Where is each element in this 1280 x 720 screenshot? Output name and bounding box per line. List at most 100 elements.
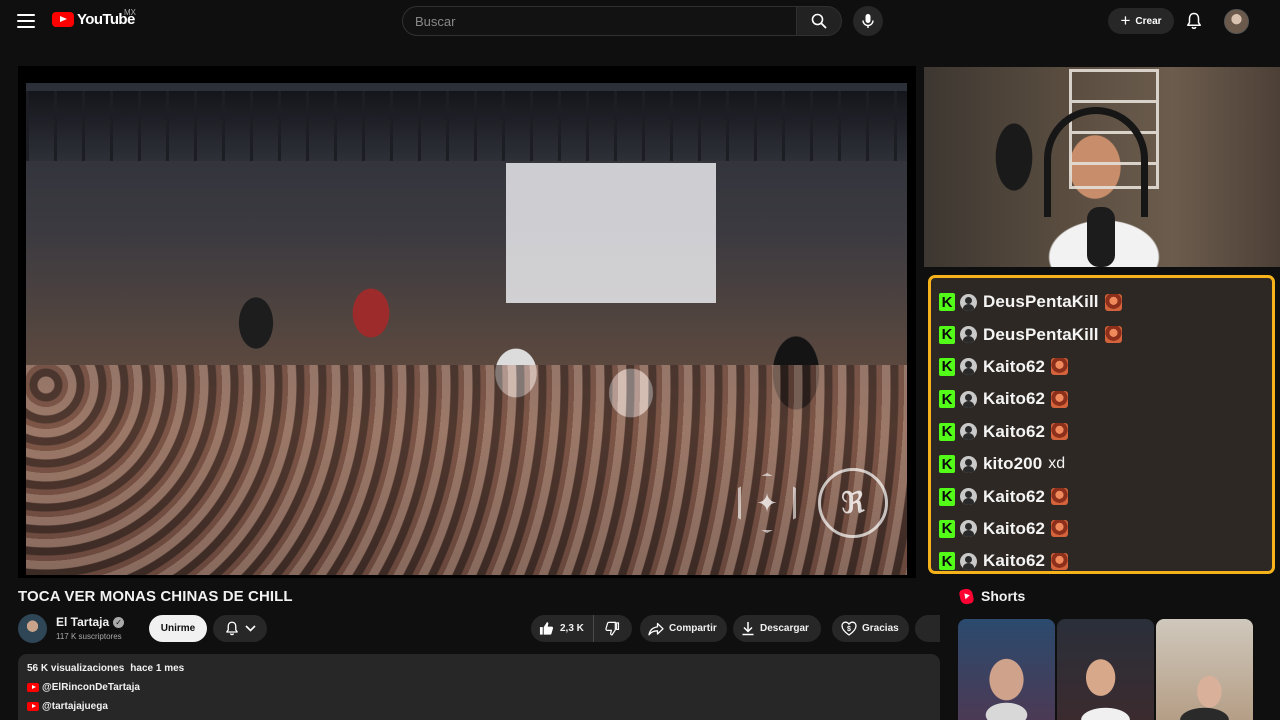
youtube-icon	[27, 682, 39, 692]
live-chat-overlay: K DeusPentaKill K DeusPentaKill K Kaito6…	[928, 275, 1275, 574]
user-icon	[960, 293, 977, 311]
shorts-header: Shorts	[958, 587, 1026, 605]
kick-badge-icon: K	[939, 455, 955, 474]
search-icon	[811, 13, 827, 29]
user-icon	[960, 326, 977, 344]
description-box[interactable]: 56 K visualizaciones hace 1 mes @ElRinco…	[18, 654, 940, 720]
subscriber-count: 117 K suscriptores	[56, 632, 122, 641]
stage-banner	[506, 163, 716, 303]
emote-icon	[1051, 390, 1069, 408]
emote-icon	[1051, 423, 1069, 441]
kick-badge-icon: K	[939, 552, 955, 571]
chat-message[interactable]: K DeusPentaKill	[939, 286, 1272, 318]
user-icon	[960, 488, 977, 506]
thumbs-up-icon	[539, 622, 554, 635]
short-thumbnail[interactable]	[958, 619, 1055, 720]
bell-icon	[225, 621, 238, 636]
download-icon	[742, 622, 754, 636]
notifications-button[interactable]	[1182, 9, 1206, 33]
share-icon	[648, 622, 664, 635]
video-player[interactable]: ✦ ℜ	[26, 83, 907, 575]
short-thumbnail[interactable]	[1057, 619, 1154, 720]
user-icon	[960, 520, 977, 538]
microphone	[1087, 207, 1115, 267]
dislike-button[interactable]	[594, 615, 631, 642]
kick-badge-icon: K	[939, 487, 955, 506]
more-actions-button[interactable]	[915, 615, 940, 642]
search-input[interactable]	[402, 6, 796, 36]
chat-username: Kaito62	[983, 356, 1046, 376]
description-link-row[interactable]: @tartajajuega	[27, 700, 940, 712]
stage-lighting-truss	[26, 91, 907, 161]
share-label: Compartir	[669, 623, 717, 634]
verified-icon: ✓	[113, 616, 125, 628]
like-dislike-group: 2,3 K	[531, 615, 632, 642]
user-icon	[960, 358, 977, 376]
svg-text:$: $	[847, 626, 851, 633]
join-button[interactable]: Unirme	[149, 615, 207, 642]
short-thumbnail[interactable]	[1156, 619, 1253, 720]
channel-name: El Tartaja	[56, 615, 110, 629]
chat-text: xd	[1048, 455, 1066, 473]
search-button[interactable]	[796, 6, 842, 36]
emote-icon	[1051, 358, 1069, 376]
emote-icon	[1051, 552, 1069, 570]
chat-message[interactable]: K DeusPentaKill	[939, 318, 1272, 350]
kick-badge-icon: K	[939, 357, 955, 376]
crowd	[26, 365, 907, 575]
create-label: Crear	[1135, 15, 1162, 27]
kick-badge-icon: K	[939, 325, 955, 344]
chat-username: Kaito62	[983, 551, 1046, 571]
headset	[1044, 107, 1148, 217]
user-icon	[960, 455, 977, 473]
like-count: 2,3 K	[560, 623, 584, 634]
thanks-button[interactable]: $ Gracias	[832, 615, 909, 642]
chevron-down-icon	[244, 625, 256, 632]
chat-message[interactable]: K Kaito62	[939, 351, 1272, 383]
account-avatar[interactable]	[1224, 9, 1249, 34]
like-button[interactable]: 2,3 K	[531, 615, 594, 642]
chat-message[interactable]: K Kaito62	[939, 513, 1272, 545]
channel-mention-link[interactable]: @tartajajuega	[42, 701, 108, 712]
view-count: 56 K visualizaciones	[27, 663, 125, 674]
chat-message[interactable]: K Kaito62	[939, 383, 1272, 415]
youtube-icon	[27, 701, 39, 711]
chat-username: Kaito62	[983, 518, 1046, 538]
chat-message[interactable]: K Kaito62	[939, 416, 1272, 448]
youtube-play-icon	[52, 12, 74, 27]
voice-search-button[interactable]	[853, 6, 883, 36]
chat-message[interactable]: K Kaito62	[939, 545, 1272, 571]
thumbs-down-icon	[605, 621, 620, 636]
user-icon	[960, 390, 977, 408]
plus-icon: +	[1120, 10, 1131, 30]
streamer-facecam	[924, 67, 1280, 267]
shorts-title: Shorts	[981, 588, 1026, 604]
channel-avatar[interactable]	[18, 614, 47, 643]
chat-message[interactable]: K kito200 xd	[939, 448, 1272, 480]
user-icon	[960, 552, 977, 570]
emote-icon	[1104, 326, 1122, 344]
mic-icon	[862, 14, 874, 28]
create-button[interactable]: + Crear	[1108, 8, 1174, 34]
chat-username: Kaito62	[983, 421, 1046, 441]
emote-icon	[1104, 293, 1122, 311]
chat-message[interactable]: K Kaito62	[939, 480, 1272, 512]
channel-link[interactable]: El Tartaja ✓	[56, 615, 125, 629]
description-meta: 56 K visualizaciones hace 1 mes	[27, 663, 940, 674]
kick-badge-icon: K	[939, 293, 955, 312]
description-link-row[interactable]: @ElRinconDeTartaja	[27, 681, 940, 693]
kick-badge-icon: K	[939, 519, 955, 538]
emote-icon	[1051, 520, 1069, 538]
channel-mention-link[interactable]: @ElRinconDeTartaja	[42, 682, 140, 693]
subscription-notifications-button[interactable]	[213, 615, 267, 642]
chat-username: DeusPentaKill	[983, 292, 1099, 312]
youtube-logo[interactable]: YouTube	[52, 11, 135, 28]
kick-badge-icon: K	[939, 422, 955, 441]
download-button[interactable]: Descargar	[733, 615, 821, 642]
search-bar	[402, 6, 842, 36]
chat-username: Kaito62	[983, 486, 1046, 506]
kick-badge-icon: K	[939, 390, 955, 409]
menu-icon[interactable]	[14, 9, 38, 33]
shorts-icon	[958, 587, 975, 605]
share-button[interactable]: Compartir	[640, 615, 727, 642]
